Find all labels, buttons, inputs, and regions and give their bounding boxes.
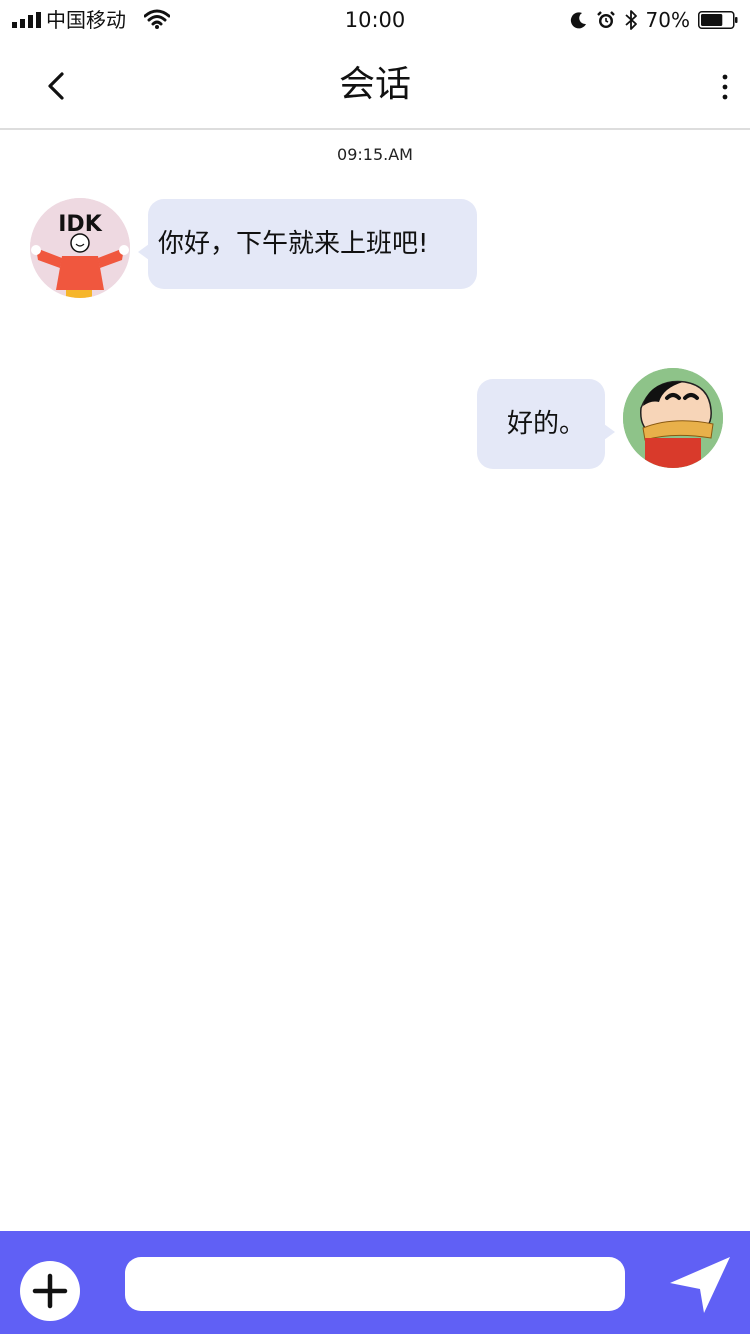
page-title: 会话 xyxy=(338,64,411,105)
bluetooth-icon xyxy=(624,10,637,30)
plus-icon xyxy=(32,1273,68,1309)
message-bubble-received[interactable]: 你好，下午就来上班吧! xyxy=(138,199,477,289)
battery-percent: 70% xyxy=(645,8,690,32)
battery-icon xyxy=(698,11,738,29)
add-button[interactable] xyxy=(20,1261,80,1321)
message-text: 好的。 xyxy=(507,409,586,439)
input-bar xyxy=(0,1231,750,1334)
avatar-idk-text: IDK xyxy=(58,212,102,237)
alarm-icon xyxy=(596,11,615,28)
more-vertical-icon[interactable] xyxy=(714,70,736,104)
send-icon[interactable] xyxy=(668,1255,732,1315)
message-input[interactable] xyxy=(125,1257,625,1311)
user-avatar[interactable] xyxy=(623,368,723,468)
chat-screen: 中国移动 10:00 70% 会话 09:15.AM IDK 你好，下午就来上班… xyxy=(0,0,750,1334)
contact-avatar[interactable]: IDK xyxy=(30,198,130,298)
moon-icon xyxy=(570,12,586,29)
status-bar: 中国移动 10:00 70% xyxy=(0,0,750,40)
message-bubble-sent[interactable]: 好的。 xyxy=(477,379,615,469)
message-text: 你好，下午就来上班吧! xyxy=(158,229,429,259)
status-icons: 70% xyxy=(570,8,738,32)
message-timestamp: 09:15.AM xyxy=(337,145,413,164)
nav-bar: 会话 xyxy=(0,40,750,130)
